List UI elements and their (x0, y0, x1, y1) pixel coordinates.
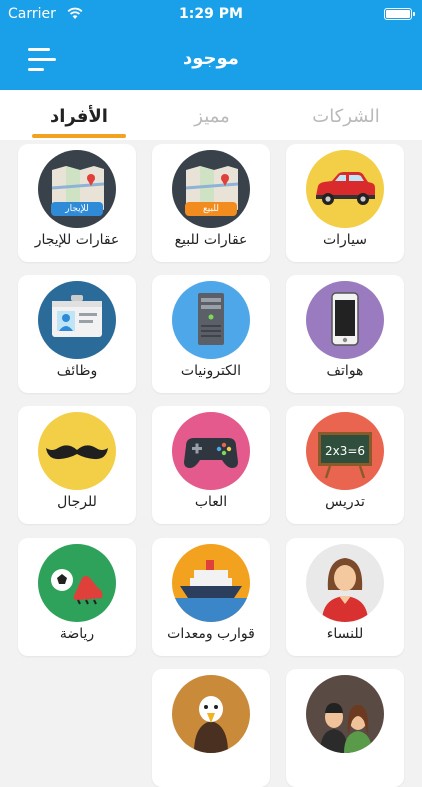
gamepad-icon (172, 412, 250, 490)
category-sports[interactable]: رياضة (18, 538, 136, 656)
category-label: العاب (194, 494, 228, 510)
category-cars[interactable]: سيارات (286, 144, 404, 262)
category-label: رياضة (59, 626, 95, 642)
clock: 1:29 PM (179, 6, 243, 22)
tab-companies[interactable]: الشركات (286, 106, 406, 127)
category-electronics[interactable]: الكترونيات (152, 275, 270, 393)
eagle-icon (172, 675, 250, 753)
category-boats[interactable]: قوارب ومعدات (152, 538, 270, 656)
woman-icon (306, 544, 384, 622)
category-label: تدريس (325, 494, 365, 510)
for-rent-badge: للإيجار (51, 202, 103, 216)
category-games[interactable]: العاب (152, 406, 270, 524)
computer-tower-icon (172, 281, 250, 359)
football-boot-icon (38, 544, 116, 622)
category-label: الكترونيات (180, 363, 242, 379)
category-label: عقارات للإيجار (34, 232, 120, 248)
status-bar: Carrier 1:29 PM (0, 0, 422, 28)
category-real-estate-sale[interactable]: للبيع عقارات للبيع (152, 144, 270, 262)
board-text: 2x3=6 (325, 444, 365, 458)
tab-individuals[interactable]: الأفراد (19, 106, 139, 127)
tab-featured[interactable]: مميز (152, 106, 272, 127)
category-real-estate-rent[interactable]: للإيجار عقارات للإيجار (18, 144, 136, 262)
tab-active-indicator (32, 134, 126, 138)
category-jobs[interactable]: وظائف (18, 275, 136, 393)
map-for-rent-icon (38, 150, 116, 228)
category-couple[interactable] (286, 669, 404, 787)
battery-icon (384, 8, 415, 20)
map-for-sale-icon (172, 150, 250, 228)
category-phones[interactable]: هواتف (286, 275, 404, 393)
category-label: عقارات للبيع (174, 232, 248, 248)
category-label: للرجال (57, 494, 97, 510)
page-title: موجود (183, 48, 239, 69)
tab-bar: الشركات مميز الأفراد (0, 90, 422, 140)
category-label: وظائف (56, 363, 98, 379)
mustache-icon (38, 412, 116, 490)
category-label: للنساء (326, 626, 364, 642)
category-tutoring[interactable]: 2x3=6 تدريس (286, 406, 404, 524)
phone-icon (306, 281, 384, 359)
couple-icon (306, 675, 384, 753)
ship-icon (172, 544, 250, 622)
for-sale-badge: للبيع (185, 202, 237, 216)
category-label: هواتف (326, 363, 364, 379)
category-men[interactable]: للرجال (18, 406, 136, 524)
category-birds[interactable] (152, 669, 270, 787)
category-women[interactable]: للنساء (286, 538, 404, 656)
category-label: سيارات (322, 232, 368, 248)
chalkboard-icon: 2x3=6 (306, 412, 384, 490)
car-icon (306, 150, 384, 228)
category-label: قوارب ومعدات (167, 626, 255, 642)
id-card-icon (38, 281, 116, 359)
navbar: موجود (0, 28, 422, 90)
